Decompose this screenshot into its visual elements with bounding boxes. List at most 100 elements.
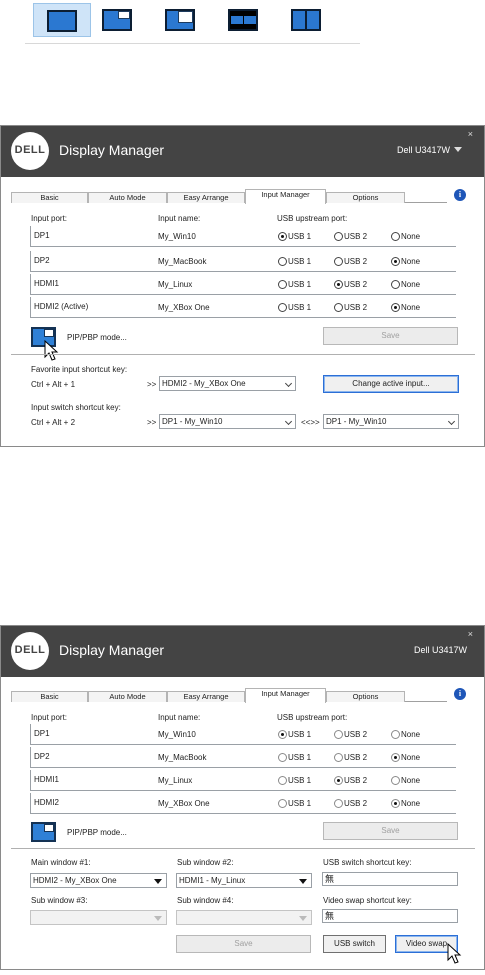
input-name[interactable]: My_Win10 [158,730,196,739]
sub-window-3-select[interactable] [30,910,167,925]
pip-mode-off-button[interactable] [33,3,91,37]
radio-usb1[interactable]: USB 1 [278,799,311,808]
pbp-mode-centered-icon [228,9,258,31]
table-row: HDMI1 My_Linux USB 1 USB 2 None [30,770,456,791]
change-active-input-button[interactable]: Change active input... [323,375,459,393]
app-title: Display Manager [59,142,165,158]
radio-usb1[interactable]: USB 1 [278,232,311,241]
radio-none[interactable]: None [391,303,420,312]
tab-basic[interactable]: Basic [11,691,88,702]
col-usb-upstream: USB upstream port: [277,214,348,223]
input-name[interactable]: My_Win10 [158,232,196,241]
sub-window-2-select[interactable]: HDMI1 - My_Linux [176,873,312,888]
radio-usb2[interactable]: USB 2 [334,753,367,762]
switch-input-a-select[interactable]: DP1 - My_Win10 [159,414,296,429]
main-window-1-select[interactable]: HDMI2 - My_XBox One [30,873,167,888]
info-icon[interactable]: i [454,688,466,700]
tab-easy-arrange[interactable]: Easy Arrange [167,192,245,203]
tab-input-manager[interactable]: Input Manager [245,189,326,204]
close-icon[interactable]: × [468,129,473,139]
sub-window-3-label: Sub window #3: [31,896,88,905]
pip-mode-icon[interactable] [31,822,56,842]
col-usb-upstream: USB upstream port: [277,713,348,722]
input-name[interactable]: My_Linux [158,776,192,785]
chevron-down-icon [284,417,293,426]
radio-none[interactable]: None [391,753,420,762]
radio-usb2[interactable]: USB 2 [334,280,367,289]
tab-auto-mode[interactable]: Auto Mode [88,192,167,203]
input-name[interactable]: My_Linux [158,280,192,289]
swap-arrow-label: <<>> [301,418,320,427]
pip-pbp-mode-link[interactable]: PIP/PBP mode... [67,333,127,342]
pip-mode-off-icon [47,10,77,32]
radio-usb1[interactable]: USB 1 [278,730,311,739]
video-swap-shortcut-field[interactable]: 無 [322,909,458,923]
radio-usb2[interactable]: USB 2 [334,776,367,785]
monitor-name: Dell U3417W [396,145,450,155]
close-icon[interactable]: × [468,629,473,639]
input-name[interactable]: My_XBox One [158,303,210,312]
pip-pbp-mode-link[interactable]: PIP/PBP mode... [67,828,127,837]
video-swap-shortcut-label: Video swap shortcut key: [323,896,412,905]
table-row: DP1 My_Win10 USB 1 USB 2 None [30,724,456,745]
radio-none[interactable]: None [391,776,420,785]
monitor-selector[interactable]: Dell U3417W [397,145,462,155]
pip-mode-top-right-button[interactable] [102,6,134,31]
radio-none[interactable]: None [391,257,420,266]
input-name[interactable]: My_MacBook [158,257,206,266]
radio-usb1[interactable]: USB 1 [278,280,311,289]
usb-switch-shortcut-field[interactable]: 無 [322,872,458,886]
radio-usb2[interactable]: USB 2 [334,303,367,312]
dropdown-arrow-icon [154,879,162,884]
radio-usb2[interactable]: USB 2 [334,730,367,739]
pip-mode-top-right-large-button[interactable] [165,6,197,31]
radio-none[interactable]: None [391,799,420,808]
input-port: HDMI1 [34,279,59,288]
favorite-input-label: Favorite input shortcut key: [31,365,128,374]
tab-basic[interactable]: Basic [11,192,88,203]
input-port: DP2 [34,256,50,265]
dell-logo: DELL [11,132,49,170]
input-port: HDMI2 (Active) [34,302,89,311]
input-name[interactable]: My_MacBook [158,753,206,762]
save-layout-button[interactable]: Save [176,935,311,953]
radio-usb1[interactable]: USB 1 [278,303,311,312]
pbp-mode-centered-button[interactable] [228,6,260,31]
title-bar: × DELL Display Manager Dell U3417W [1,626,484,677]
pbp-mode-split-button[interactable] [291,6,323,31]
radio-none[interactable]: None [391,232,420,241]
radio-usb2[interactable]: USB 2 [334,257,367,266]
radio-usb1[interactable]: USB 1 [278,257,311,266]
radio-usb2[interactable]: USB 2 [334,799,367,808]
table-row: DP2 My_MacBook USB 1 USB 2 None [30,747,456,768]
tab-input-manager[interactable]: Input Manager [245,688,326,703]
switch-input-b-select[interactable]: DP1 - My_Win10 [323,414,459,429]
switch-shortcut-keys: Ctrl + Alt + 2 [31,418,76,427]
radio-none[interactable]: None [391,730,420,739]
tab-auto-mode[interactable]: Auto Mode [88,691,167,702]
radio-none[interactable]: None [391,280,420,289]
radio-usb2[interactable]: USB 2 [334,232,367,241]
radio-usb1[interactable]: USB 1 [278,776,311,785]
tab-bar: Basic Auto Mode Easy Arrange Input Manag… [11,688,447,703]
sub-window-4-select[interactable] [176,910,312,925]
favorite-shortcut-keys: Ctrl + Alt + 1 [31,380,76,389]
usb-switch-button[interactable]: USB switch [323,935,386,953]
display-manager-window-2: × DELL Display Manager Dell U3417W Basic… [0,625,485,970]
radio-usb1[interactable]: USB 1 [278,753,311,762]
tab-easy-arrange[interactable]: Easy Arrange [167,691,245,702]
arrow-label: >> [147,380,157,389]
save-button[interactable]: Save [323,327,458,345]
tab-options[interactable]: Options [326,691,405,702]
col-input-name: Input name: [158,214,201,223]
tab-options[interactable]: Options [326,192,405,203]
pip-mode-top-right-large-icon [165,9,195,31]
favorite-input-select[interactable]: HDMI2 - My_XBox One [159,376,296,391]
monitor-name: Dell U3417W [413,645,467,655]
table-row: DP1 My_Win10 USB 1 USB 2 None [30,226,456,247]
pbp-mode-split-icon [291,9,321,31]
info-icon[interactable]: i [454,189,466,201]
save-button[interactable]: Save [323,822,458,840]
input-port: HDMI1 [34,775,59,784]
input-name[interactable]: My_XBox One [158,799,210,808]
